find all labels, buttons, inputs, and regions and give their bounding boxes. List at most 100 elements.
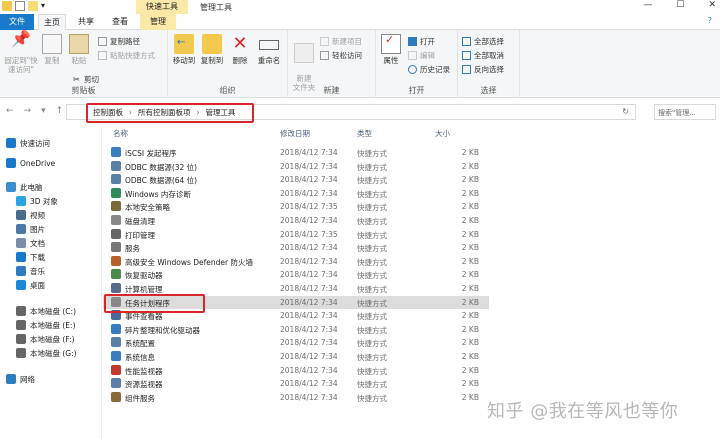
paste-shortcut-button[interactable]: 粘贴快捷方式 [98,50,155,61]
sidebar-item[interactable]: 快速访问 [6,136,50,150]
history-button[interactable]: 历史记录 [408,64,450,75]
copy-to-button[interactable]: 复制到 [200,34,224,65]
sidebar-item[interactable]: 本地磁盘 (C:) [16,304,76,318]
sidebar-item[interactable]: 音乐 [16,264,45,278]
shortcut-icon [111,283,121,293]
up-arrow-icon[interactable]: ↑ [56,106,64,116]
file-row[interactable]: 系统信息 2018/4/12 7:34 快捷方式 2 KB [103,350,489,363]
back-arrow-icon[interactable]: ← [6,106,14,116]
recent-dropdown-icon[interactable]: ▾ [41,106,46,116]
pin-quick-access-button[interactable]: 📌 固定到"快速访问" [4,31,38,75]
file-name: iSCSI 发起程序 [125,149,177,158]
sidebar-item[interactable]: 文档 [16,236,45,250]
file-row[interactable]: 碎片整理和优化驱动器 2018/4/12 7:34 快捷方式 2 KB [103,323,489,336]
minimize-button[interactable]: — [643,0,652,10]
sidebar-item[interactable]: 桌面 [16,278,45,292]
column-header-date[interactable]: 修改日期 [280,128,310,142]
refresh-icon[interactable]: ↻ [622,107,629,116]
tab-view[interactable]: 查看 [106,14,134,30]
sidebar-item[interactable]: 网络 [6,372,35,386]
history-icon [408,65,417,74]
file-name: 碎片整理和优化驱动器 [125,325,200,335]
sidebar-item[interactable]: 本地磁盘 (G:) [16,346,77,360]
file-row[interactable]: 磁盘清理 2018/4/12 7:34 快捷方式 2 KB [103,214,489,227]
file-type: 快捷方式 [357,339,387,349]
select-all-button[interactable]: 全部选择 [462,36,504,47]
column-header-size[interactable]: 大小 [435,128,450,142]
delete-button[interactable]: ✕ 删除 [230,34,250,66]
new-folder-button[interactable]: 新建 文件夹 [292,34,316,92]
file-row[interactable]: 恢复驱动器 2018/4/12 7:34 快捷方式 2 KB [103,268,489,281]
file-row[interactable]: 高级安全 Windows Defender 防火墙 2018/4/12 7:34 快… [103,255,489,268]
cut-button[interactable]: ✂ 剪切 [72,74,99,85]
file-row[interactable]: iSCSI 发起程序 2018/4/12 7:34 快捷方式 2 KB [103,146,489,159]
file-date: 2018/4/12 7:34 [280,256,338,266]
paste-button[interactable]: 粘贴 [68,34,90,65]
sidebar-item[interactable]: OneDrive [6,156,55,170]
select-none-icon [462,51,471,60]
sidebar-item[interactable]: 图片 [16,222,45,236]
edit-button[interactable]: 编辑 [408,50,435,61]
file-date: 2018/4/12 7:34 [280,324,338,334]
drive-icon [16,348,26,358]
sidebar-item[interactable]: 下载 [16,250,45,264]
file-size: 2 KB [461,392,479,402]
forward-arrow-icon[interactable]: → [24,106,32,116]
checkbox-icon[interactable] [15,1,25,11]
tab-home[interactable]: 主页 [38,14,66,30]
rename-button[interactable]: 重命名 [256,34,282,65]
tab-share[interactable]: 共享 [72,14,100,30]
file-row[interactable]: 打印管理 2018/4/12 7:35 快捷方式 2 KB [103,228,489,241]
file-row[interactable]: 组件服务 2018/4/12 7:34 快捷方式 2 KB [103,391,489,404]
file-row[interactable]: ODBC 数据源(32 位) 2018/4/12 7:34 快捷方式 2 KB [103,160,489,173]
tab-manage[interactable]: 管理 [140,14,176,30]
file-size: 2 KB [461,202,479,212]
file-row[interactable]: 资源监视器 2018/4/12 7:34 快捷方式 2 KB [103,377,489,390]
new-item-label: 新建项目 [332,37,362,46]
file-row[interactable]: 本地安全策略 2018/4/12 7:35 快捷方式 2 KB [103,200,489,213]
new-folder-icon[interactable] [28,1,38,11]
move-to-button[interactable]: ← 移动到 [172,34,196,65]
rename-icon [259,40,279,50]
file-type: 快捷方式 [357,203,387,213]
file-row[interactable]: 服务 2018/4/12 7:34 快捷方式 2 KB [103,241,489,254]
new-item-icon [320,37,329,46]
highlight-box-task-scheduler [104,294,205,313]
new-item-button[interactable]: 新建项目 [320,36,362,47]
sidebar-item[interactable]: 此电脑 [6,180,43,194]
pane-divider[interactable] [101,126,102,439]
shortcut-icon [111,147,121,157]
shortcut-icon [111,391,121,402]
select-none-button[interactable]: 全部取消 [462,50,504,61]
copy-button[interactable]: 复制 [42,34,62,65]
shortcut-icon [111,160,121,171]
file-row[interactable]: 系统配置 2018/4/12 7:34 快捷方式 2 KB [103,336,489,349]
select-all-icon [462,37,471,46]
properties-button[interactable]: ✓ 属性 [380,34,402,65]
sidebar-item[interactable]: 本地磁盘 (E:) [16,318,76,332]
file-row[interactable]: Windows 内存诊断 2018/4/12 7:34 快捷方式 2 KB [103,187,489,200]
column-header-name[interactable]: 名称 [113,128,128,142]
dropdown-icon[interactable]: ▾ [41,1,47,11]
column-header-type[interactable]: 类型 [357,128,372,142]
shortcut-icon [111,215,121,225]
help-icon[interactable]: ? [708,16,712,25]
easy-access-button[interactable]: 轻松访问 [320,50,362,61]
file-row[interactable]: ODBC 数据源(64 位) 2018/4/12 7:34 快捷方式 2 KB [103,173,489,186]
invert-select-button[interactable]: 反向选择 [462,64,504,75]
file-date: 2018/4/12 7:34 [280,188,338,198]
sidebar-item[interactable]: 3D 对象 [16,194,58,208]
file-row[interactable]: 性能监视器 2018/4/12 7:34 快捷方式 2 KB [103,364,489,377]
sidebar-item[interactable]: 视频 [16,208,45,222]
close-button[interactable]: ✕ [708,0,716,10]
sidebar-item-label: 此电脑 [20,182,43,192]
open-button[interactable]: 打开 [408,36,435,47]
sidebar-item[interactable]: 本地磁盘 (F:) [16,332,75,346]
maximize-button[interactable]: ☐ [676,0,684,10]
copy-path-button[interactable]: 复制路径 [98,36,140,47]
tab-file[interactable]: 文件 [0,14,34,30]
folder-icon[interactable] [2,1,12,11]
search-input[interactable]: 搜索"管理... [654,104,716,120]
shortcut-icon [111,201,121,212]
desktop-icon [16,280,26,290]
